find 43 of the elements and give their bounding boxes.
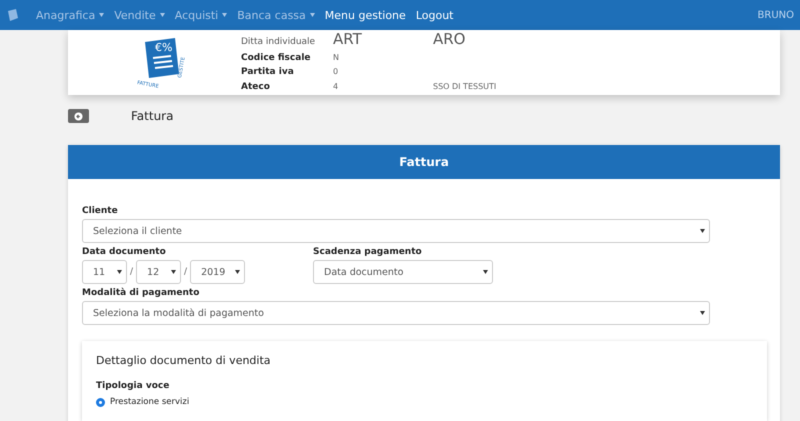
radio-button[interactable] (96, 398, 105, 406)
field-label: Scadenza pagamento (313, 247, 423, 257)
field-label: Data documento (82, 247, 167, 257)
caret-icon (700, 229, 705, 233)
page-title: Fattura (131, 109, 174, 123)
field-label: Tipologia voce (96, 381, 170, 391)
due-date-select[interactable]: Data documento (313, 260, 493, 284)
field-label: Modalità di pagamento (82, 288, 200, 298)
back-icon (74, 112, 83, 120)
field-value: 0 (333, 67, 340, 76)
section-title: Dettaglio documento di vendita (96, 354, 272, 367)
company-type-label: Ditta individuale (241, 36, 316, 47)
field-value: 4 (333, 82, 340, 90)
caret-icon (222, 13, 228, 17)
radio-label[interactable]: Prestazione servizi (110, 397, 190, 407)
caret-icon (235, 270, 240, 274)
year-select[interactable]: 2019 (190, 260, 246, 284)
back-button[interactable] (68, 109, 89, 123)
client-select[interactable]: Seleziona il cliente (82, 219, 710, 243)
caret-icon (310, 13, 315, 17)
caret-icon (171, 270, 176, 274)
date-separator: / (130, 267, 134, 277)
field-label: Cliente (82, 206, 119, 216)
field-value: N (333, 52, 340, 62)
nav-link[interactable]: Menu gestione (324, 8, 406, 22)
caret-icon (483, 270, 488, 274)
logo-icon[interactable] (6, 8, 20, 22)
caret-icon (160, 13, 165, 17)
caret-icon (99, 13, 104, 17)
field-value: SSO DI TESSUTI (433, 82, 498, 90)
caret-icon (117, 270, 122, 274)
month-select[interactable]: 12 (136, 260, 182, 284)
caret-icon (700, 311, 705, 315)
field-label: Partita iva (241, 67, 295, 77)
date-separator: / (184, 267, 188, 277)
card-header: Fattura (68, 145, 780, 179)
nav-link[interactable]: Logout (416, 8, 454, 22)
payment-method-select[interactable]: Seleziona la modalità di pagamento (82, 301, 710, 325)
company-name: ART (333, 30, 363, 48)
field-label: Ateco (241, 82, 271, 92)
company-name: ARO (433, 30, 466, 48)
day-select[interactable]: 11 (82, 260, 127, 284)
field-label: Codice fiscale (241, 52, 312, 62)
